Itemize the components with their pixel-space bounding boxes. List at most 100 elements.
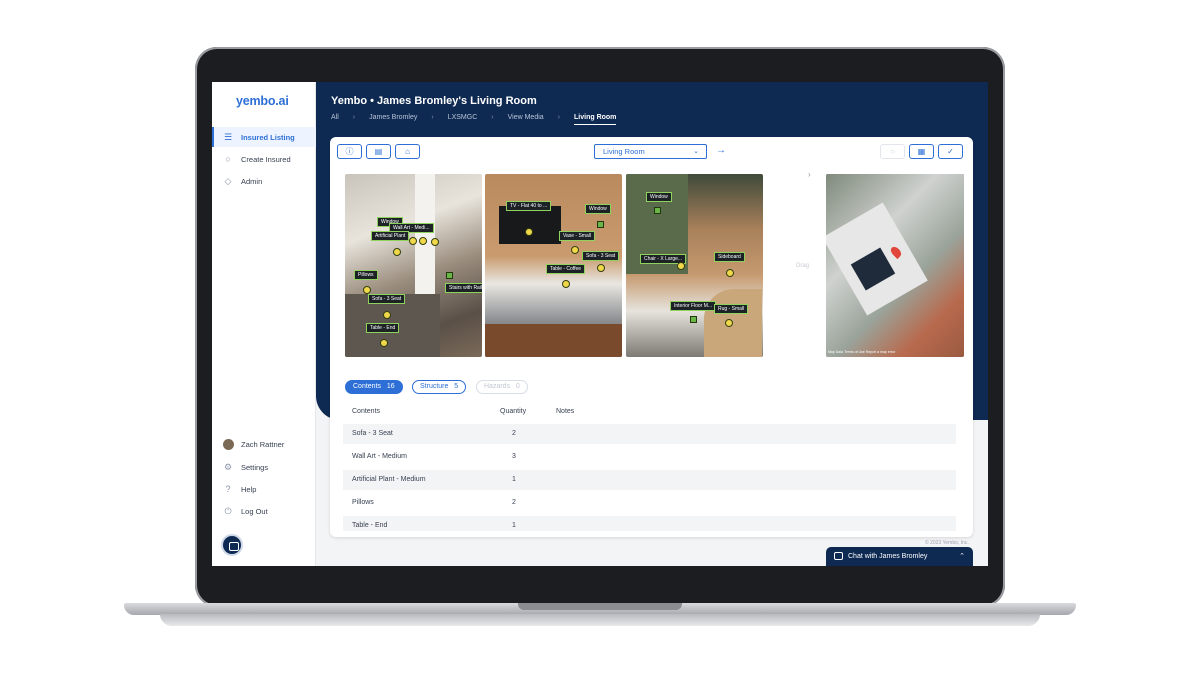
sidebar-item-admin[interactable]: ◇ Admin xyxy=(212,171,316,191)
sidebar-item-logout[interactable]: ⏻ Log Out xyxy=(212,501,316,521)
laptop-notch xyxy=(518,603,682,610)
app-logo[interactable]: yembo.ai xyxy=(236,94,289,108)
chat-bubble-icon xyxy=(834,552,843,560)
clipboard-button[interactable]: ▤ xyxy=(366,144,391,159)
list-icon: ☰ xyxy=(223,132,233,142)
row-name: Table - End xyxy=(352,522,388,529)
table-row[interactable]: Table - End 1 xyxy=(343,516,956,531)
row-name: Wall Art - Medium xyxy=(352,453,407,460)
support-chat-button[interactable] xyxy=(221,534,243,556)
document-icon: ▦ xyxy=(917,147,926,156)
column-header-contents[interactable]: Contents xyxy=(352,408,380,415)
breadcrumb-all[interactable]: All xyxy=(331,114,339,125)
row-quantity: 1 xyxy=(512,476,516,483)
room-photo-1[interactable]: Window Wall Art - Medi... Artificial Pla… xyxy=(345,174,482,357)
satellite-map[interactable]: Map Data Terms of Use Report a map error xyxy=(826,174,964,357)
chevron-right-icon: › xyxy=(557,114,561,121)
breadcrumb-code[interactable]: LXSMGC xyxy=(448,114,478,125)
circle-icon: ○ xyxy=(890,147,895,156)
detection-tag[interactable]: Window xyxy=(585,204,611,214)
detection-marker[interactable] xyxy=(571,246,579,254)
room-photo-3[interactable]: Window Chair - X Large... Sideboard Inte… xyxy=(626,174,763,357)
chat-with-insured-bar[interactable]: Chat with James Bromley ⌃ xyxy=(826,547,973,566)
shield-icon: ◇ xyxy=(224,176,232,186)
row-quantity: 3 xyxy=(512,453,516,460)
detection-marker[interactable] xyxy=(431,238,439,246)
detection-tag[interactable]: Pillows xyxy=(354,270,378,280)
detection-marker[interactable] xyxy=(380,339,388,347)
breadcrumb: All › James Bromley › LXSMGC › View Media › … xyxy=(331,114,630,125)
tab-contents[interactable]: Contents 16 xyxy=(345,380,403,394)
approve-button[interactable]: ✓ xyxy=(938,144,963,159)
detection-marker[interactable] xyxy=(597,264,605,272)
home-button[interactable]: ⌂ xyxy=(395,144,420,159)
tab-structure[interactable]: Structure 5 xyxy=(412,380,467,394)
detection-marker-square[interactable] xyxy=(597,221,604,228)
detection-marker-square[interactable] xyxy=(446,272,453,279)
detection-marker[interactable] xyxy=(383,311,391,319)
check-icon: ✓ xyxy=(947,147,954,156)
sliders-icon: ⚙ xyxy=(223,462,233,472)
detection-marker-square[interactable] xyxy=(654,207,661,214)
detection-tag[interactable]: Sideboard xyxy=(714,252,745,262)
detection-tag[interactable]: Stairs with Raili... xyxy=(445,283,482,293)
next-room-arrow-icon[interactable]: → xyxy=(716,145,726,156)
sidebar-item-insured-listing[interactable]: ☰ Insured Listing xyxy=(212,127,316,147)
detection-marker[interactable] xyxy=(525,228,533,236)
chevron-right-icon[interactable]: › xyxy=(808,170,811,179)
row-quantity: 1 xyxy=(512,522,516,529)
detection-tag[interactable]: Artificial Plant xyxy=(371,231,410,241)
table-row[interactable]: Artificial Plant - Medium 1 xyxy=(343,470,956,490)
table-row[interactable]: Wall Art - Medium 3 xyxy=(343,447,956,467)
row-quantity: 2 xyxy=(512,499,516,506)
report-button[interactable]: ▦ xyxy=(909,144,934,159)
table-row[interactable]: Pillows 2 xyxy=(343,493,956,513)
detection-tag[interactable]: TV - Flat 40 to ... xyxy=(506,201,552,211)
detection-tag[interactable]: Table - End xyxy=(366,323,400,333)
sidebar-item-label: Help xyxy=(241,484,257,494)
detection-tag[interactable]: Window xyxy=(646,192,672,202)
breadcrumb-media[interactable]: View Media xyxy=(508,114,544,125)
detection-marker[interactable] xyxy=(726,269,734,277)
info-button[interactable]: ⓘ xyxy=(337,144,362,159)
clipboard-icon: ▤ xyxy=(374,147,383,156)
detection-marker[interactable] xyxy=(409,237,417,245)
detection-marker-square[interactable] xyxy=(690,316,697,323)
room-select[interactable]: Living Room ⌄ xyxy=(594,144,707,159)
sidebar-item-settings[interactable]: ⚙ Settings xyxy=(212,457,316,477)
chevron-down-icon: ⌄ xyxy=(693,148,699,155)
room-card: ⓘ ▤ ⌂ Living Room ⌄ → ○ ▦ ✓ Window Wall … xyxy=(330,137,973,537)
detection-marker[interactable] xyxy=(725,319,733,327)
detection-tag[interactable]: Vase - Small xyxy=(559,231,595,241)
copyright: © 2023 Yembo, Inc. xyxy=(925,540,969,546)
sidebar-item-profile[interactable]: Zach Rattner xyxy=(212,434,316,454)
drag-hint: Drag xyxy=(796,263,810,269)
app-screen: Yembo • James Bromley's Living Room All ›… xyxy=(212,82,988,566)
breadcrumb-insured[interactable]: James Bromley xyxy=(369,114,417,125)
detection-marker[interactable] xyxy=(677,262,685,270)
sidebar-item-label: Create Insured xyxy=(241,154,291,164)
laptop-base-edge xyxy=(160,614,1040,626)
detection-marker[interactable] xyxy=(562,280,570,288)
column-header-notes[interactable]: Notes xyxy=(556,408,574,415)
tab-hazards[interactable]: Hazards 0 xyxy=(476,380,528,394)
room-photo-2[interactable]: TV - Flat 40 to ... Window Vase - Small … xyxy=(485,174,622,357)
page-title: Yembo • James Bromley's Living Room xyxy=(331,95,537,107)
detection-marker[interactable] xyxy=(419,237,427,245)
detection-marker[interactable] xyxy=(393,248,401,256)
detection-tag[interactable]: Interior Floor M... xyxy=(670,301,717,311)
logout-icon: ⏻ xyxy=(224,506,232,516)
disabled-button: ○ xyxy=(880,144,905,159)
detection-tag[interactable]: Table - Coffee xyxy=(546,264,586,274)
sidebar-item-create-insured[interactable]: ○ Create Insured xyxy=(212,149,316,169)
chevron-right-icon: › xyxy=(431,114,434,121)
detection-tag[interactable]: Sofa - 3 Seat xyxy=(582,251,620,261)
chat-label: Chat with James Bromley xyxy=(848,553,928,560)
detection-tag[interactable]: Sofa - 3 Seat xyxy=(368,294,406,304)
table-row[interactable]: Sofa - 3 Seat 2 xyxy=(343,424,956,444)
detection-tag[interactable]: Rug - Small xyxy=(714,304,749,314)
home-icon: ⌂ xyxy=(405,147,410,156)
column-header-quantity[interactable]: Quantity xyxy=(500,408,526,415)
sidebar-item-help[interactable]: ? Help xyxy=(212,479,316,499)
detection-marker[interactable] xyxy=(363,286,371,294)
